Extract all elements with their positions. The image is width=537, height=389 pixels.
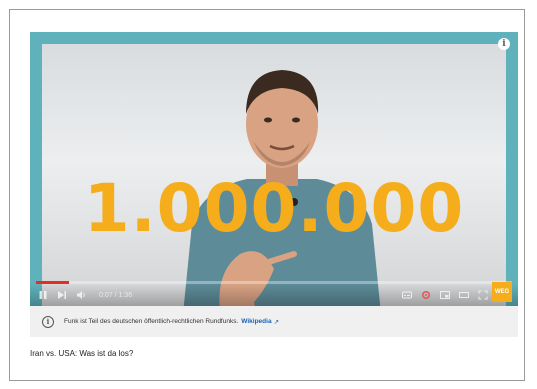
subtitles-icon xyxy=(402,291,412,299)
notice-text: Funk ist Teil des deutschen öffentlich-r… xyxy=(64,318,239,325)
overlay-number: 1.000.000 xyxy=(83,170,465,247)
theater-button[interactable] xyxy=(457,288,471,302)
player-controls: 0:07 / 1:36 xyxy=(30,284,518,306)
miniplayer-button[interactable] xyxy=(438,288,452,302)
info-notice: i Funk ist Teil des deutschen öffentlich… xyxy=(30,306,518,337)
settings-icon xyxy=(421,290,431,300)
fullscreen-button[interactable] xyxy=(476,288,490,302)
subtitles-button[interactable] xyxy=(400,288,414,302)
theater-icon xyxy=(459,292,469,298)
channel-logo[interactable]: WEG xyxy=(492,282,512,302)
fullscreen-icon xyxy=(478,290,488,300)
pause-button[interactable] xyxy=(36,288,50,302)
next-icon xyxy=(58,291,66,299)
volume-icon xyxy=(77,291,85,299)
settings-button[interactable] xyxy=(419,288,433,302)
wikipedia-link[interactable]: Wikipedia xyxy=(241,318,271,325)
video-player[interactable]: 1.000.000 i 0:07 / 1:36 WEG xyxy=(30,32,518,306)
volume-button[interactable] xyxy=(74,288,88,302)
info-circle-icon: i xyxy=(42,315,54,328)
external-link-icon[interactable]: ↗ xyxy=(274,318,279,326)
miniplayer-icon xyxy=(440,291,450,299)
info-icon[interactable]: i xyxy=(498,38,510,50)
next-button[interactable] xyxy=(55,288,69,302)
video-title[interactable]: Iran vs. USA: Was ist da los? xyxy=(30,349,133,358)
pause-icon xyxy=(39,291,47,299)
time-display: 0:07 / 1:36 xyxy=(99,291,133,299)
